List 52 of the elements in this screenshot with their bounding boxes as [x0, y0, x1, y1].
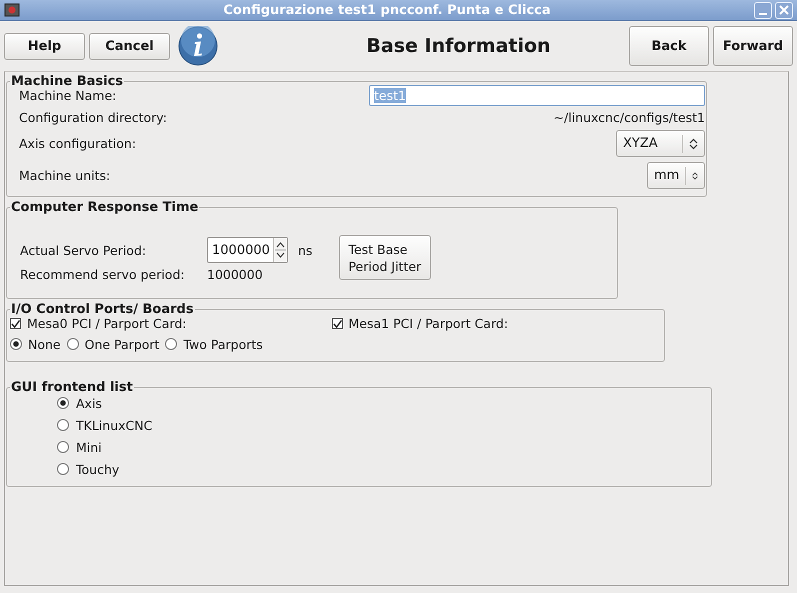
minimize-icon: [759, 12, 767, 14]
checkbox-label: Mesa1 PCI / Parport Card:: [348, 316, 508, 331]
up-down-icon: [692, 170, 698, 182]
close-icon: [779, 5, 789, 15]
directory-path: ~/linuxcnc/configs/test1: [554, 110, 705, 125]
radio-button[interactable]: [57, 397, 69, 409]
minimize-button[interactable]: [754, 2, 772, 18]
checkbox[interactable]: [10, 318, 21, 329]
toolbar-button[interactable]: Cancel: [89, 32, 170, 60]
radio-button[interactable]: [10, 338, 22, 350]
spin-box[interactable]: 1000000: [207, 237, 288, 263]
test-jitter-button[interactable]: Test Base Period Jitter: [339, 235, 432, 280]
radio-label: Mini: [76, 440, 102, 454]
radio-button[interactable]: [57, 441, 69, 453]
radio-label: Axis: [76, 396, 102, 410]
group-title: I/O Control Ports/ Boards: [10, 302, 195, 317]
spin-arrows-icon: [275, 241, 286, 259]
recommended-value: 1000000: [207, 267, 263, 282]
radio-label: Touchy: [76, 462, 120, 476]
toolbar-button[interactable]: Help: [4, 32, 85, 60]
toolbar-button[interactable]: Back: [629, 26, 709, 66]
field-label: Configuration directory:: [19, 110, 167, 125]
toolbar-button[interactable]: Forward: [713, 26, 793, 66]
field-label: Actual Servo Period:: [20, 242, 148, 258]
page-heading: Base Information: [365, 35, 552, 57]
radio-button[interactable]: [66, 338, 79, 350]
check-icon: [332, 318, 342, 328]
radio-button[interactable]: [57, 419, 69, 431]
dropdown[interactable]: XYZA: [616, 130, 705, 157]
checkbox[interactable]: [332, 318, 343, 329]
field-label: Machine units:: [19, 168, 110, 183]
checkbox-label: Mesa0 PCI / Parport Card:: [27, 316, 187, 331]
window-title: Configurazione test1 pncconf. Punta e Clicca: [222, 2, 552, 18]
radio-button[interactable]: [57, 463, 69, 475]
up-down-icon: [689, 138, 698, 150]
radio-label: Two Parports: [183, 336, 263, 352]
radio-label: None: [28, 336, 61, 352]
field-label: Axis configuration:: [19, 136, 136, 151]
group-title: Machine Basics: [10, 74, 124, 89]
info-icon: [178, 26, 218, 66]
radio-label: TKLinuxCNC: [76, 418, 152, 432]
group-title: GUI frontend list: [10, 380, 134, 395]
app-icon: [4, 3, 20, 17]
close-button[interactable]: [775, 2, 793, 18]
radio-label: One Parport: [84, 336, 160, 352]
field-label: Recommend servo period:: [20, 267, 186, 282]
check-icon: [11, 318, 20, 328]
radio-button[interactable]: [165, 338, 178, 350]
field-label: Machine Name:: [19, 88, 116, 102]
group-title: Computer Response Time: [10, 200, 200, 215]
dropdown[interactable]: mm: [647, 162, 705, 189]
unit-label: ns: [298, 242, 312, 258]
